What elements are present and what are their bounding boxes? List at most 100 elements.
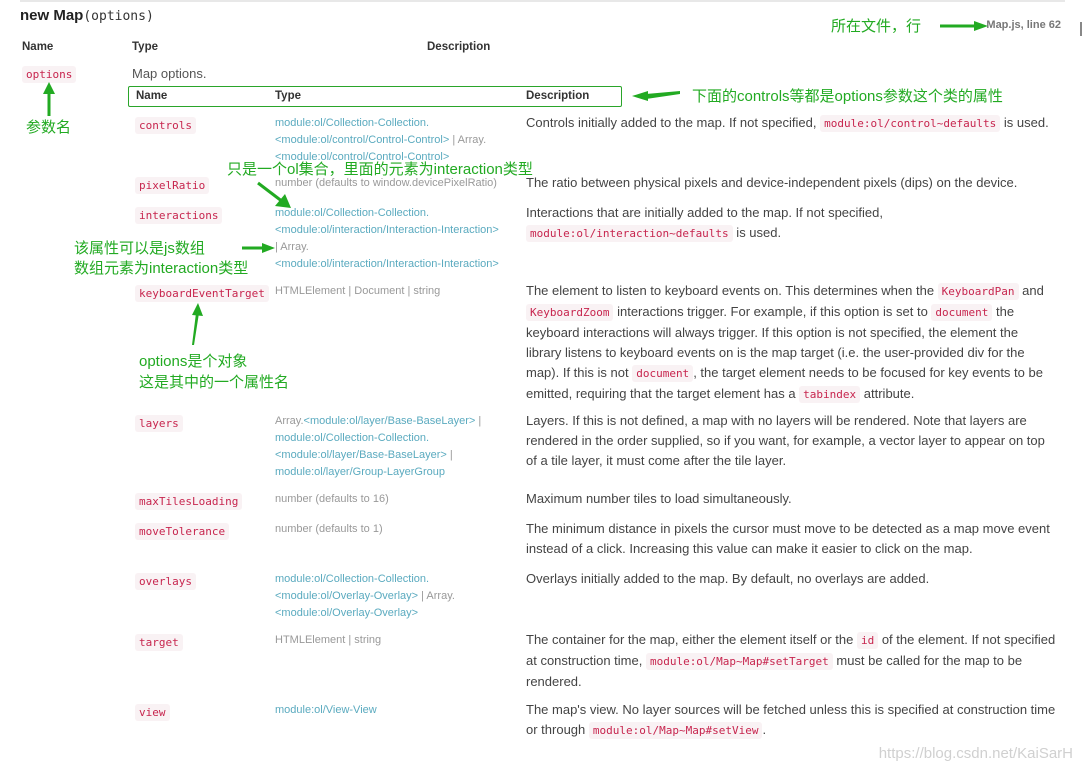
property-type: number (defaults to 16) xyxy=(275,491,520,508)
property-description: Maximum number tiles to load simultaneou… xyxy=(526,491,792,506)
type-link[interactable]: <module:ol/control/Control-Control> xyxy=(275,134,449,146)
property-name-keyboardEventTarget: keyboardEventTarget xyxy=(135,284,269,302)
property-type: number (defaults to 1) xyxy=(275,521,520,538)
type-line: <module:ol/interaction/Interaction-Inter… xyxy=(275,256,520,273)
type-link[interactable]: module:ol/Collection-Collection. xyxy=(275,117,429,129)
property-name-moveTolerance: moveTolerance xyxy=(135,522,230,540)
inline-code: module:ol/Map~Map#setTarget xyxy=(645,653,833,670)
property-type: HTMLElement | string xyxy=(275,632,520,649)
annotation-file-line: 所在文件，行 xyxy=(831,18,922,35)
type-text: | Array. xyxy=(275,241,309,253)
type-line: <module:ol/interaction/Interaction-Inter… xyxy=(275,222,520,239)
property-name-code: controls xyxy=(135,117,196,134)
arrow-up-icon xyxy=(43,82,55,116)
arrow-right-icon xyxy=(940,21,988,31)
property-name-interactions: interactions xyxy=(135,206,223,224)
property-type: Array.<module:ol/layer/Base-BaseLayer> |… xyxy=(275,413,520,481)
annotation-param-name: 参数名 xyxy=(26,119,72,136)
constructor-signature: (options) xyxy=(83,9,154,24)
type-line: <module:ol/control/Control-Control> | Ar… xyxy=(275,132,520,149)
type-line: module:ol/Collection-Collection. xyxy=(275,430,520,447)
type-line: | Array. xyxy=(275,239,520,256)
inner-header-description: Description xyxy=(526,90,590,102)
type-link[interactable]: module:ol/Collection-Collection. xyxy=(275,573,429,585)
type-link[interactable]: module:ol/View-View xyxy=(275,704,377,716)
property-name-code: maxTilesLoading xyxy=(135,493,243,510)
type-line: module:ol/View-View xyxy=(275,702,520,719)
type-text: HTMLElement | Document | string xyxy=(275,285,441,297)
type-line: module:ol/Collection-Collection. xyxy=(275,571,520,588)
type-link[interactable]: <module:ol/layer/Base-BaseLayer> xyxy=(275,449,447,461)
inline-code: KeyboardZoom xyxy=(526,304,614,321)
outer-header-name: Name xyxy=(22,41,54,53)
arrow-left-icon xyxy=(632,91,680,101)
property-description: The container for the map, either the el… xyxy=(526,632,1056,689)
type-line: HTMLElement | string xyxy=(275,632,520,649)
page-title: new Map(options) xyxy=(20,7,154,24)
inline-code: module:ol/Map~Map#setView xyxy=(588,722,763,739)
type-line: <module:ol/layer/Base-BaseLayer> | xyxy=(275,447,520,464)
inline-code: KeyboardPan xyxy=(937,283,1019,300)
property-name-code: moveTolerance xyxy=(135,523,230,540)
inline-code: tabindex xyxy=(799,386,861,403)
property-name-code: overlays xyxy=(135,573,196,590)
property-name-layers: layers xyxy=(135,414,183,432)
type-text: | Array. xyxy=(418,590,455,602)
annotation-js-array-2: 数组元素为interaction类型 xyxy=(74,260,249,277)
inner-table-header: Name Type Description xyxy=(128,86,622,107)
inner-header-name: Name xyxy=(136,90,168,102)
property-name-overlays: overlays xyxy=(135,572,196,590)
property-type: module:ol/View-View xyxy=(275,702,520,719)
arrow-right-icon xyxy=(242,243,275,253)
type-line: <module:ol/Overlay-Overlay> xyxy=(275,605,520,622)
watermark: https://blog.csdn.net/KaiSarH xyxy=(878,745,1073,762)
property-description: The minimum distance in pixels the curso… xyxy=(526,521,1050,556)
type-text: | xyxy=(475,415,482,427)
property-name-code: target xyxy=(135,634,183,651)
type-line: number (defaults to 16) xyxy=(275,491,520,508)
type-link[interactable]: module:ol/Collection-Collection. xyxy=(275,432,429,444)
property-description: The map's view. No layer sources will be… xyxy=(526,702,1056,739)
param-name-options: options xyxy=(22,65,77,83)
annotation-js-array-1: 该属性可以是js数组 xyxy=(74,240,205,257)
property-description: Layers. If this is not defined, a map wi… xyxy=(526,413,1045,468)
outer-header-type: Type xyxy=(132,41,158,53)
property-name-code: pixelRatio xyxy=(135,177,210,194)
type-link[interactable]: <module:ol/Overlay-Overlay> xyxy=(275,590,418,602)
type-line: module:ol/Collection-Collection. xyxy=(275,115,520,132)
property-name-view: view xyxy=(135,703,170,721)
param-description: Map options. xyxy=(132,66,207,81)
type-link[interactable]: module:ol/Collection-Collection. xyxy=(275,207,429,219)
annotation-inner-props: 下面的controls等都是options参数这个类的属性 xyxy=(692,88,1003,105)
type-link[interactable]: <module:ol/Overlay-Overlay> xyxy=(275,607,418,619)
type-line: number (defaults to 1) xyxy=(275,521,520,538)
property-description: Controls initially added to the map. If … xyxy=(526,115,1049,132)
inline-code: document xyxy=(931,304,993,321)
arrow-down-right-icon xyxy=(257,181,291,208)
scrollbar[interactable] xyxy=(1080,22,1082,36)
inline-code: module:ol/control~defaults xyxy=(820,115,1001,132)
type-line: Array.<module:ol/layer/Base-BaseLayer> | xyxy=(275,413,520,430)
source-file-link[interactable]: Map.js, line 62 xyxy=(986,19,1061,31)
constructor-name: new Map xyxy=(20,7,84,24)
annotation-options-object-2: 这是其中的一个属性名 xyxy=(139,374,290,391)
type-link[interactable]: <module:ol/layer/Base-BaseLayer> xyxy=(304,415,476,427)
property-description: Overlays initially added to the map. By … xyxy=(526,571,930,586)
annotation-ol-collection: 只是一个ol集合，里面的元素为interaction类型 xyxy=(227,161,533,178)
arrow-up-icon xyxy=(192,303,203,345)
type-link[interactable]: <module:ol/interaction/Interaction-Inter… xyxy=(275,258,499,270)
property-description: Interactions that are initially added to… xyxy=(526,205,883,242)
property-description: The element to listen to keyboard events… xyxy=(526,283,1044,403)
inline-code: id xyxy=(856,632,879,649)
outer-header-description: Description xyxy=(427,41,491,53)
type-link[interactable]: <module:ol/interaction/Interaction-Inter… xyxy=(275,224,499,236)
inline-code: module:ol/interaction~defaults xyxy=(526,225,733,242)
type-line: HTMLElement | Document | string xyxy=(275,283,520,300)
type-text: Array. xyxy=(275,415,304,427)
top-divider xyxy=(20,0,1065,2)
inline-code: document xyxy=(632,365,694,382)
property-description: The ratio between physical pixels and de… xyxy=(526,175,1018,190)
type-text: HTMLElement | string xyxy=(275,634,382,646)
type-link[interactable]: module:ol/layer/Group-LayerGroup xyxy=(275,466,445,478)
property-name-controls: controls xyxy=(135,116,196,134)
